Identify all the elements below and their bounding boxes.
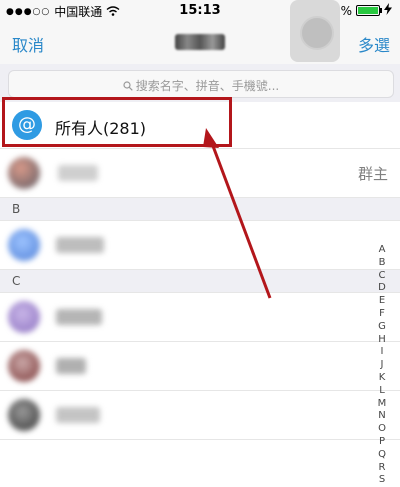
annotation-arrow-head <box>203 128 219 148</box>
index-letter-r[interactable]: R <box>374 462 390 475</box>
annotation-arrow-line <box>208 137 272 299</box>
index-letter-p[interactable]: P <box>374 436 390 449</box>
annotation-arrow <box>203 128 272 299</box>
index-letter-q[interactable]: Q <box>374 449 390 462</box>
index-letter-s[interactable]: S <box>374 474 390 487</box>
